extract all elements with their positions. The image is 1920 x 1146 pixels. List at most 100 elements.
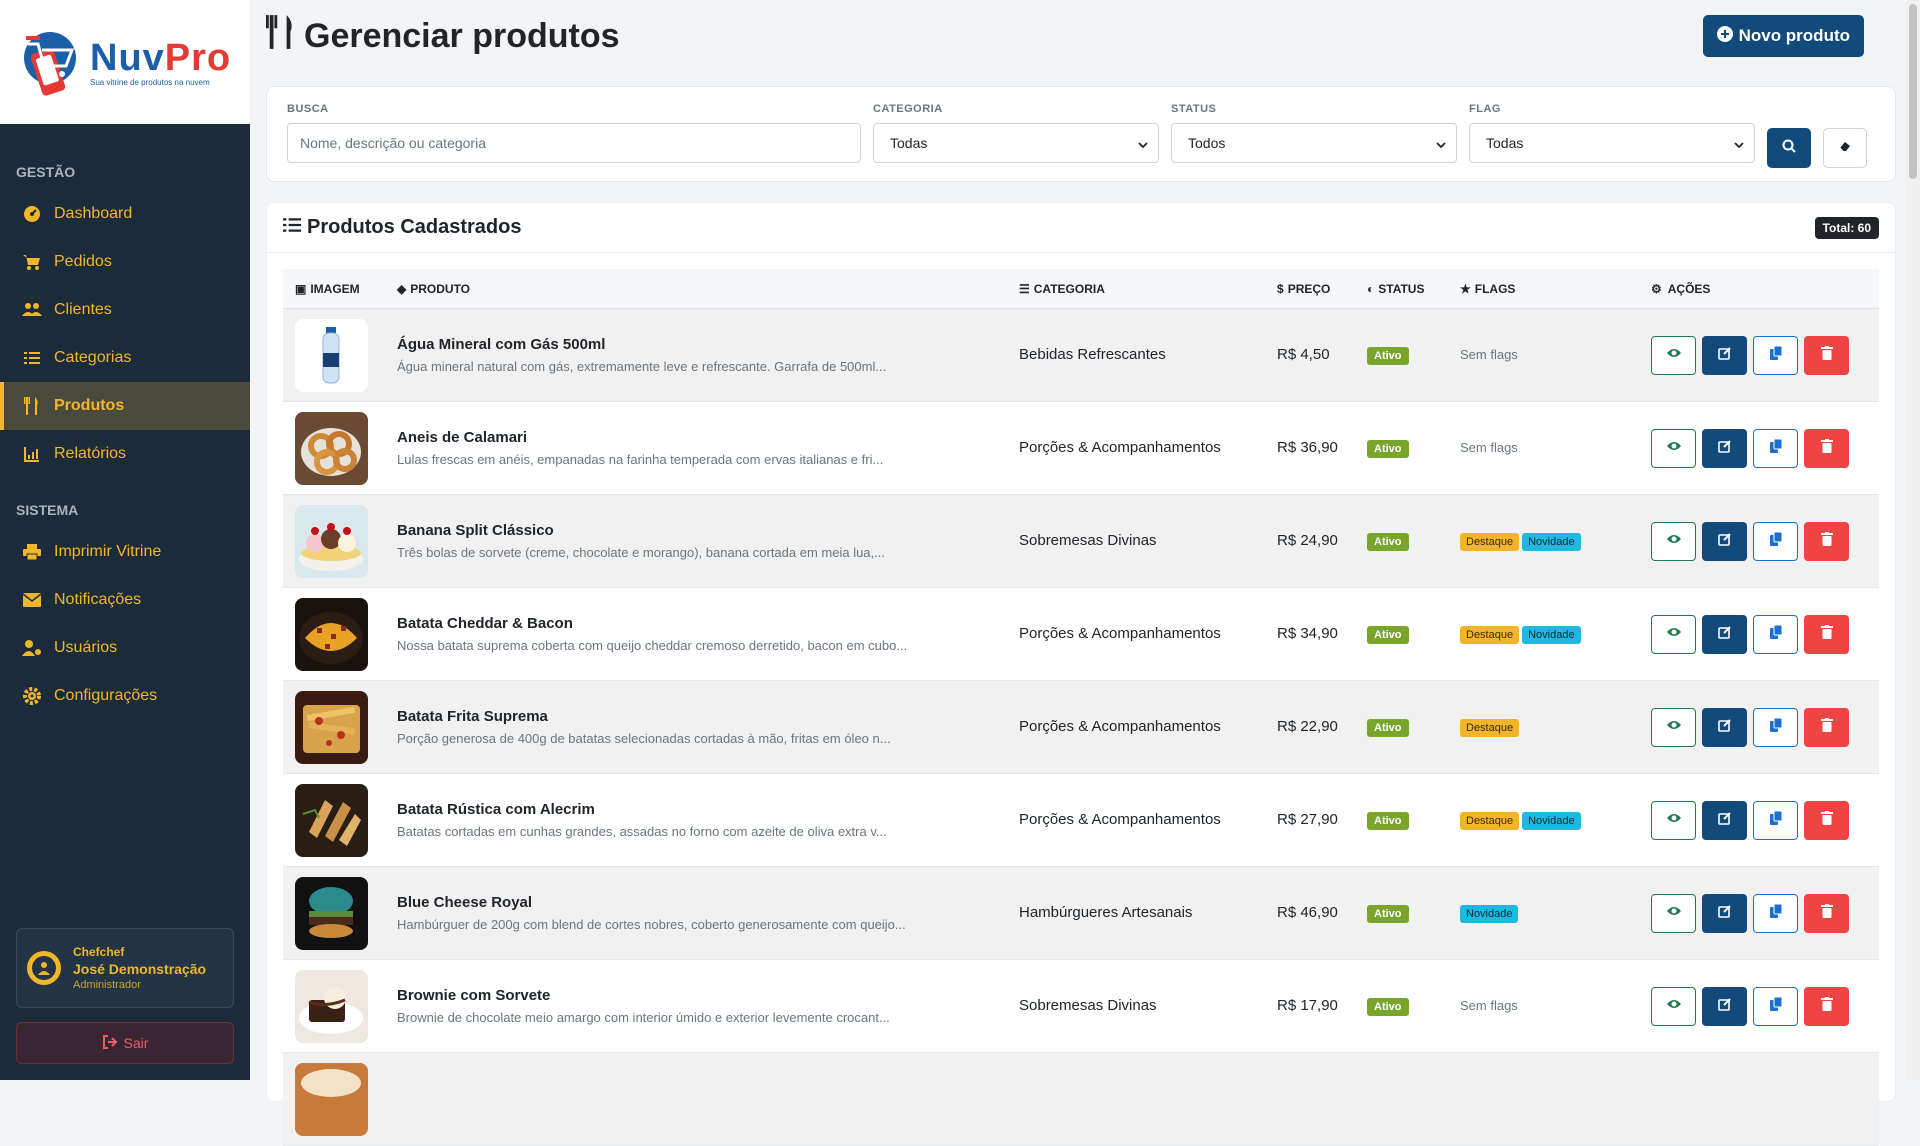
delete-button[interactable] bbox=[1804, 335, 1849, 375]
sidebar-item-dashboard[interactable]: Dashboard bbox=[0, 190, 250, 238]
col-preco[interactable]: $ PREÇO bbox=[1277, 282, 1367, 296]
delete-button[interactable] bbox=[1804, 428, 1849, 468]
view-button[interactable] bbox=[1651, 428, 1696, 468]
product-description: Água mineral natural com gás, extremamen… bbox=[397, 359, 887, 374]
edit-button[interactable] bbox=[1702, 521, 1747, 561]
view-button[interactable] bbox=[1651, 335, 1696, 375]
table-row bbox=[283, 1053, 1879, 1146]
brand-tagline: Sua vitrine de produtos na nuvem bbox=[90, 78, 210, 87]
duplicate-button[interactable] bbox=[1753, 893, 1798, 933]
product-category: Hambúrgueres Artesanais bbox=[1019, 904, 1193, 921]
flag-select[interactable]: Todas bbox=[1469, 123, 1755, 163]
eraser-icon bbox=[1838, 139, 1852, 157]
duplicate-button[interactable] bbox=[1753, 335, 1798, 375]
copy-icon bbox=[1769, 438, 1782, 458]
new-product-button[interactable]: Novo produto bbox=[1702, 15, 1864, 57]
edit-button[interactable] bbox=[1702, 428, 1747, 468]
no-flags-text: Sem flags bbox=[1460, 998, 1518, 1013]
col-flags[interactable]: ★ FLAGS bbox=[1460, 282, 1651, 296]
edit-button[interactable] bbox=[1702, 335, 1747, 375]
product-category: Porções & Acompanhamentos bbox=[1019, 718, 1221, 735]
flag-select-value: Todas bbox=[1486, 135, 1524, 151]
edit-icon bbox=[1717, 625, 1732, 644]
flags-cell: Sem flags bbox=[1460, 346, 1651, 364]
brand-logo[interactable]: NuvPro Sua vitrine de produtos na nuvem bbox=[0, 0, 250, 124]
delete-button[interactable] bbox=[1804, 614, 1849, 654]
flags-cell: Destaque Novidade bbox=[1460, 625, 1651, 644]
page-scrollbar[interactable] bbox=[1906, 0, 1920, 1080]
edit-button[interactable] bbox=[1702, 707, 1747, 747]
duplicate-button[interactable] bbox=[1753, 707, 1798, 747]
view-button[interactable] bbox=[1651, 800, 1696, 840]
product-name: Batata Frita Suprema bbox=[397, 708, 548, 725]
sidebar-item-notificacoes[interactable]: Notificações bbox=[0, 576, 250, 624]
sidebar-item-configuracoes[interactable]: Configurações bbox=[0, 672, 250, 720]
table-row: Blue Cheese Royal Hambúrguer de 200g com … bbox=[283, 867, 1879, 960]
view-button[interactable] bbox=[1651, 986, 1696, 1026]
category-select[interactable]: Todas bbox=[873, 123, 1159, 163]
duplicate-button[interactable] bbox=[1753, 614, 1798, 654]
product-description: Hambúrguer de 200g com blend de cortes n… bbox=[397, 917, 906, 932]
edit-button[interactable] bbox=[1702, 986, 1747, 1026]
edit-icon bbox=[1717, 532, 1732, 551]
view-button[interactable] bbox=[1651, 521, 1696, 561]
edit-icon bbox=[1717, 904, 1732, 923]
product-description: Nossa batata suprema coberta com queijo … bbox=[397, 638, 908, 653]
sidebar-item-imprimir-vitrine[interactable]: Imprimir Vitrine bbox=[0, 528, 250, 576]
sidebar-item-categorias[interactable]: Categorias bbox=[0, 334, 250, 382]
delete-button[interactable] bbox=[1804, 521, 1849, 561]
main-content: Gerenciar produtos Novo produto BUSCA No… bbox=[266, 0, 1896, 1146]
col-label: FLAGS bbox=[1474, 281, 1516, 296]
search-input[interactable]: Nome, descrição ou categoria bbox=[287, 123, 861, 163]
product-name: Água Mineral com Gás 500ml bbox=[397, 336, 606, 353]
edit-icon bbox=[1717, 439, 1732, 458]
flag-filter-label: FLAG bbox=[1469, 103, 1501, 115]
col-label: AÇÕES bbox=[1667, 281, 1711, 296]
sidebar-item-relatorios[interactable]: Relatórios bbox=[0, 430, 250, 478]
duplicate-button[interactable] bbox=[1753, 986, 1798, 1026]
duplicate-button[interactable] bbox=[1753, 521, 1798, 561]
page-title: Gerenciar produtos bbox=[266, 14, 620, 59]
delete-button[interactable] bbox=[1804, 800, 1849, 840]
product-thumbnail bbox=[295, 411, 368, 485]
col-label: CATEGORIA bbox=[1033, 281, 1105, 296]
search-button[interactable] bbox=[1767, 128, 1811, 168]
clear-filters-button[interactable] bbox=[1823, 128, 1867, 168]
duplicate-button[interactable] bbox=[1753, 428, 1798, 468]
print-icon bbox=[22, 542, 42, 562]
duplicate-button[interactable] bbox=[1753, 800, 1798, 840]
copy-icon bbox=[1769, 345, 1782, 365]
logout-button[interactable]: Sair bbox=[16, 1022, 234, 1064]
view-button[interactable] bbox=[1651, 707, 1696, 747]
scrollbar-thumb[interactable] bbox=[1909, 4, 1917, 179]
edit-button[interactable] bbox=[1702, 893, 1747, 933]
nav-list-sistema: Imprimir Vitrine Notificações Usuários C… bbox=[0, 528, 250, 720]
col-produto[interactable]: ◆ PRODUTO bbox=[397, 282, 1019, 296]
user-card: Chefchef José Demonstração Administrador bbox=[16, 928, 234, 1008]
view-button[interactable] bbox=[1651, 893, 1696, 933]
products-card: Produtos Cadastrados Total: 60 ▣ IMAGEM ◆… bbox=[266, 202, 1896, 1146]
status-select[interactable]: Todos bbox=[1171, 123, 1457, 163]
col-imagem[interactable]: ▣ IMAGEM bbox=[283, 282, 397, 296]
product-thumbnail bbox=[295, 969, 368, 1043]
trash-icon bbox=[1820, 624, 1833, 644]
sidebar-item-usuarios[interactable]: Usuários bbox=[0, 624, 250, 672]
sidebar-item-produtos[interactable]: Produtos bbox=[0, 382, 250, 430]
status-badge: Ativo bbox=[1367, 905, 1409, 923]
view-button[interactable] bbox=[1651, 614, 1696, 654]
status-filter-label: STATUS bbox=[1171, 103, 1217, 115]
edit-button[interactable] bbox=[1702, 800, 1747, 840]
delete-button[interactable] bbox=[1804, 893, 1849, 933]
col-categoria[interactable]: ☰ CATEGORIA bbox=[1019, 282, 1277, 296]
sidebar-item-pedidos[interactable]: Pedidos bbox=[0, 238, 250, 286]
product-price: R$ 27,90 bbox=[1277, 811, 1338, 828]
sidebar-item-label: Dashboard bbox=[54, 205, 133, 222]
edit-button[interactable] bbox=[1702, 614, 1747, 654]
sidebar-item-label: Relatórios bbox=[54, 445, 127, 462]
col-status[interactable]: ◐ STATUS bbox=[1367, 282, 1460, 296]
flags-cell: Sem flags bbox=[1460, 439, 1651, 457]
eye-icon bbox=[1666, 625, 1682, 643]
sidebar-item-clientes[interactable]: Clientes bbox=[0, 286, 250, 334]
delete-button[interactable] bbox=[1804, 986, 1849, 1026]
delete-button[interactable] bbox=[1804, 707, 1849, 747]
